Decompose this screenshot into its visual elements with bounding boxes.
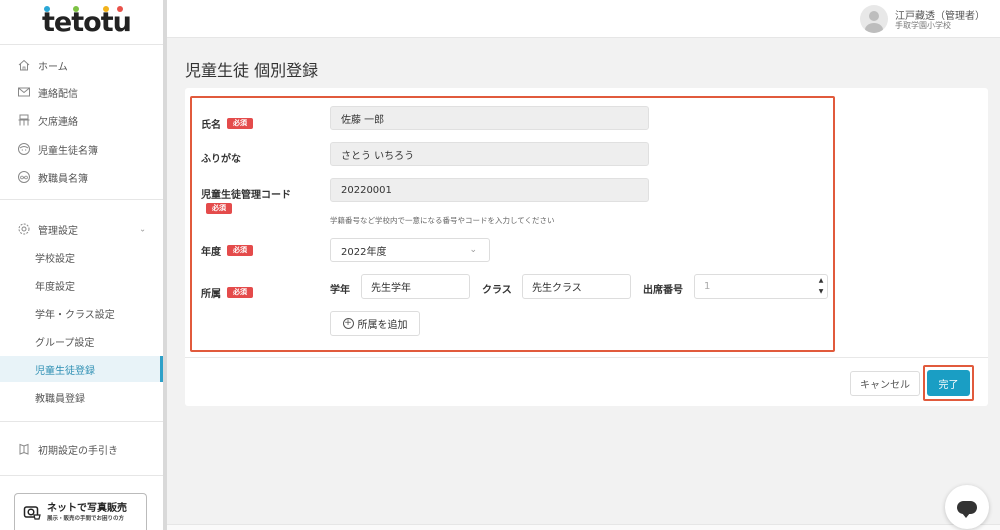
sidebar: tetotu ホーム 連絡配信 欠席連絡 児童生徒名簿 教職員名簿 管理設定 ⌄… <box>0 0 163 530</box>
year-select[interactable]: 2022年度 ⌄ <box>330 238 490 262</box>
sidebar-divider <box>0 199 163 200</box>
sidebar-item-label: 児童生徒名簿 <box>38 145 98 157</box>
required-badge: 必須 <box>206 203 232 214</box>
year-select-value: 2022年度 <box>341 246 387 258</box>
attendance-number-stepper[interactable]: 1 ▲ ▼ <box>694 274 828 299</box>
required-badge: 必須 <box>227 287 253 298</box>
student-face-icon <box>17 142 31 156</box>
sidebar-subitem-label: 教職員登録 <box>35 393 85 405</box>
chat-support-button[interactable] <box>945 485 989 529</box>
logo-dot <box>116 6 123 12</box>
tetoru-logo[interactable]: tetotu <box>42 6 132 38</box>
year-label-text: 年度 <box>201 247 221 258</box>
desk-icon <box>17 113 31 127</box>
sidebar-subitem-student-registration[interactable]: 児童生徒登録 <box>0 356 163 382</box>
sidebar-subitem-school-settings[interactable]: 学校設定 <box>0 244 163 270</box>
logo-dot <box>102 6 109 12</box>
grade-label: 学年 <box>330 285 350 296</box>
sidebar-subitem-group-settings[interactable]: グループ設定 <box>0 328 163 354</box>
logo-letter: u <box>112 6 132 38</box>
sidebar-item-student-roster[interactable]: 児童生徒名簿 <box>0 137 163 161</box>
done-button[interactable]: 完了 <box>927 370 970 396</box>
spinner-arrows[interactable]: ▲ ▼ <box>817 277 825 296</box>
required-badge: 必須 <box>227 245 253 256</box>
affiliation-label: 所属 必須 <box>201 285 253 300</box>
footer-strip <box>167 524 1000 530</box>
spinner-up-icon[interactable]: ▲ <box>819 277 824 285</box>
gear-icon <box>17 222 31 236</box>
sidebar-item-staff-roster[interactable]: 教職員名簿 <box>0 165 163 189</box>
add-affiliation-label: 所属を追加 <box>357 320 408 331</box>
sidebar-subitem-label: 年度設定 <box>35 281 75 293</box>
logo-dot <box>44 6 50 12</box>
avatar-body <box>865 23 883 33</box>
name-field[interactable]: 佐藤 一郎 <box>330 106 649 130</box>
attendance-number-value: 1 <box>704 281 711 292</box>
kana-field[interactable]: さとう いちろう <box>330 142 649 166</box>
grade-field[interactable]: 先生学年 <box>361 274 470 299</box>
photo-sales-banner[interactable]: ネットで写真販売 展示・販売の手間でお困りの方 <box>14 493 147 530</box>
sidebar-item-label: 欠席連絡 <box>38 116 78 128</box>
sidebar-item-label: 初期設定の手引き <box>38 445 118 457</box>
sidebar-subitem-year-settings[interactable]: 年度設定 <box>0 272 163 298</box>
sidebar-subitem-label: グループ設定 <box>35 337 95 349</box>
year-label: 年度 必須 <box>201 243 253 258</box>
class-field[interactable]: 先生クラス <box>522 274 631 299</box>
sidebar-item-home[interactable]: ホーム <box>0 53 163 77</box>
class-label: クラス <box>482 285 512 296</box>
logo-letter: o <box>83 7 102 38</box>
chevron-down-icon: ⌄ <box>139 224 146 234</box>
name-label-text: 氏名 <box>201 120 221 131</box>
sidebar-divider <box>0 421 163 422</box>
page-title: 児童生徒 個別登録 <box>185 61 319 80</box>
student-code-label: 児童生徒管理コード <box>201 190 291 201</box>
logo-letter: e <box>53 7 72 38</box>
sidebar-divider <box>0 44 163 45</box>
logo-letter: t <box>71 6 84 38</box>
sidebar-item-setup-guide[interactable]: 初期設定の手引き <box>0 437 163 461</box>
sidebar-item-label: 管理設定 <box>38 225 78 237</box>
user-avatar[interactable] <box>860 5 888 33</box>
photo-sales-title: ネットで写真販売 <box>47 502 127 514</box>
sidebar-subitem-label: 学校設定 <box>35 253 75 265</box>
camera-cart-icon <box>23 506 41 520</box>
logo-letter: t <box>100 6 114 38</box>
sidebar-scrollbar[interactable] <box>163 0 167 530</box>
mail-icon <box>17 85 31 99</box>
sidebar-item-label: 教職員名簿 <box>38 173 88 185</box>
sidebar-item-label: 連絡配信 <box>38 88 78 100</box>
photo-sales-subtitle: 展示・販売の手間でお困りの方 <box>47 515 125 522</box>
sidebar-divider <box>0 475 163 476</box>
kana-label: ふりがな <box>201 154 241 165</box>
affiliation-label-text: 所属 <box>201 289 221 300</box>
sidebar-item-label: ホーム <box>38 61 68 73</box>
card-footer-divider <box>185 357 988 358</box>
chevron-down-icon: ⌄ <box>469 245 477 255</box>
sidebar-item-messages[interactable]: 連絡配信 <box>0 80 163 104</box>
sidebar-subitem-label: 学年・クラス設定 <box>35 309 115 321</box>
sidebar-item-admin-settings[interactable]: 管理設定 ⌄ <box>0 217 163 241</box>
logo-letter: t <box>42 6 55 38</box>
student-code-hint: 学籍番号など学校内で一意になる番号やコードを入力してください <box>330 216 555 225</box>
sidebar-subitem-label: 児童生徒登録 <box>35 365 95 377</box>
teacher-face-icon <box>17 170 31 184</box>
student-code-field[interactable]: 20220001 <box>330 178 649 202</box>
attendance-number-label: 出席番号 <box>643 285 683 296</box>
book-icon <box>17 442 31 456</box>
sidebar-item-absence[interactable]: 欠席連絡 <box>0 108 163 132</box>
user-school: 手取学園小学校 <box>895 21 951 30</box>
cancel-button[interactable]: キャンセル <box>850 371 920 396</box>
home-icon <box>17 58 31 72</box>
photo-sales-text: ネットで写真販売 展示・販売の手間でお困りの方 <box>47 503 127 522</box>
add-affiliation-button[interactable]: + 所属を追加 <box>330 311 420 336</box>
chat-bubble-icon <box>957 500 977 518</box>
plus-circle-icon: + <box>342 318 354 329</box>
logo-dot <box>73 6 80 12</box>
name-label: 氏名 必須 <box>201 116 253 131</box>
required-badge: 必須 <box>227 118 253 129</box>
sidebar-subitem-staff-registration[interactable]: 教職員登録 <box>0 384 163 410</box>
spinner-down-icon[interactable]: ▼ <box>819 288 824 296</box>
sidebar-subitem-grade-class-settings[interactable]: 学年・クラス設定 <box>0 300 163 326</box>
avatar-head <box>869 11 879 21</box>
